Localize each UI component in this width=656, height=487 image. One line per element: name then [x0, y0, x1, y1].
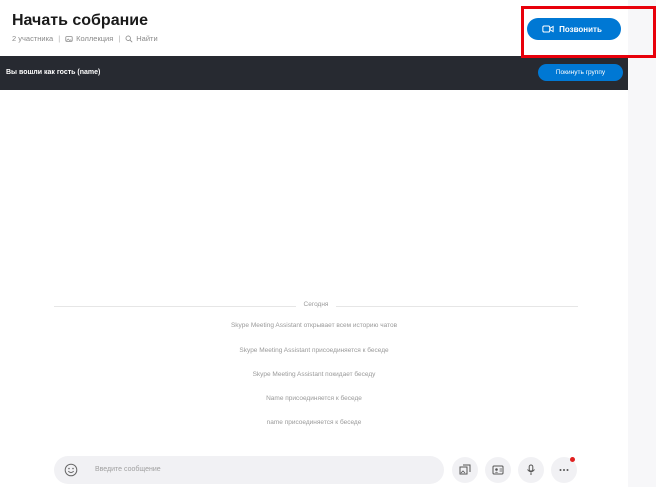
- meta-separator: |: [118, 34, 121, 43]
- find-label: Найти: [136, 34, 158, 43]
- contact-card-button[interactable]: [485, 457, 511, 483]
- highlight-box: [521, 6, 656, 58]
- contact-card-icon: [492, 465, 504, 475]
- right-panel-edge: [628, 0, 656, 487]
- media-button[interactable]: [452, 457, 478, 483]
- notification-dot: [570, 457, 575, 462]
- message-input-placeholder[interactable]: Введите сообщение: [95, 466, 161, 473]
- gallery-icon: [65, 35, 73, 42]
- participants-count[interactable]: 2 участника: [12, 34, 53, 43]
- collection-link[interactable]: Коллекция: [65, 34, 113, 43]
- find-link[interactable]: Найти: [125, 34, 158, 43]
- guest-banner-text: Вы вошли как гость (name): [6, 69, 101, 76]
- day-separator: Сегодня: [54, 300, 578, 312]
- media-icon: [459, 464, 471, 475]
- system-message: Skype Meeting Assistant покидает беседу: [252, 371, 376, 378]
- chat-meta: 2 участника | Коллекция | Найти: [12, 34, 158, 43]
- microphone-icon: [527, 464, 535, 475]
- collection-label: Коллекция: [76, 34, 114, 43]
- meta-separator: |: [58, 34, 61, 43]
- system-message: Skype Meeting Assistant присоединяется к…: [239, 347, 389, 354]
- guest-banner: Вы вошли как гость (name): [0, 56, 628, 90]
- day-separator-label: Сегодня: [54, 301, 578, 308]
- microphone-button[interactable]: [518, 457, 544, 483]
- system-message: Skype Meeting Assistant открывает всем и…: [230, 322, 398, 329]
- system-message: name присоединяется к беседе: [266, 419, 362, 426]
- more-icon: [559, 469, 569, 471]
- search-icon: [125, 35, 133, 42]
- leave-group-button[interactable]: Покинуть группу: [538, 64, 623, 81]
- system-message: Name присоединяется к беседе: [266, 395, 362, 402]
- emoji-icon[interactable]: [64, 463, 78, 477]
- chat-title: Начать собрание: [12, 12, 148, 29]
- chat-window: Начать собрание 2 участника | Коллекция …: [0, 0, 628, 487]
